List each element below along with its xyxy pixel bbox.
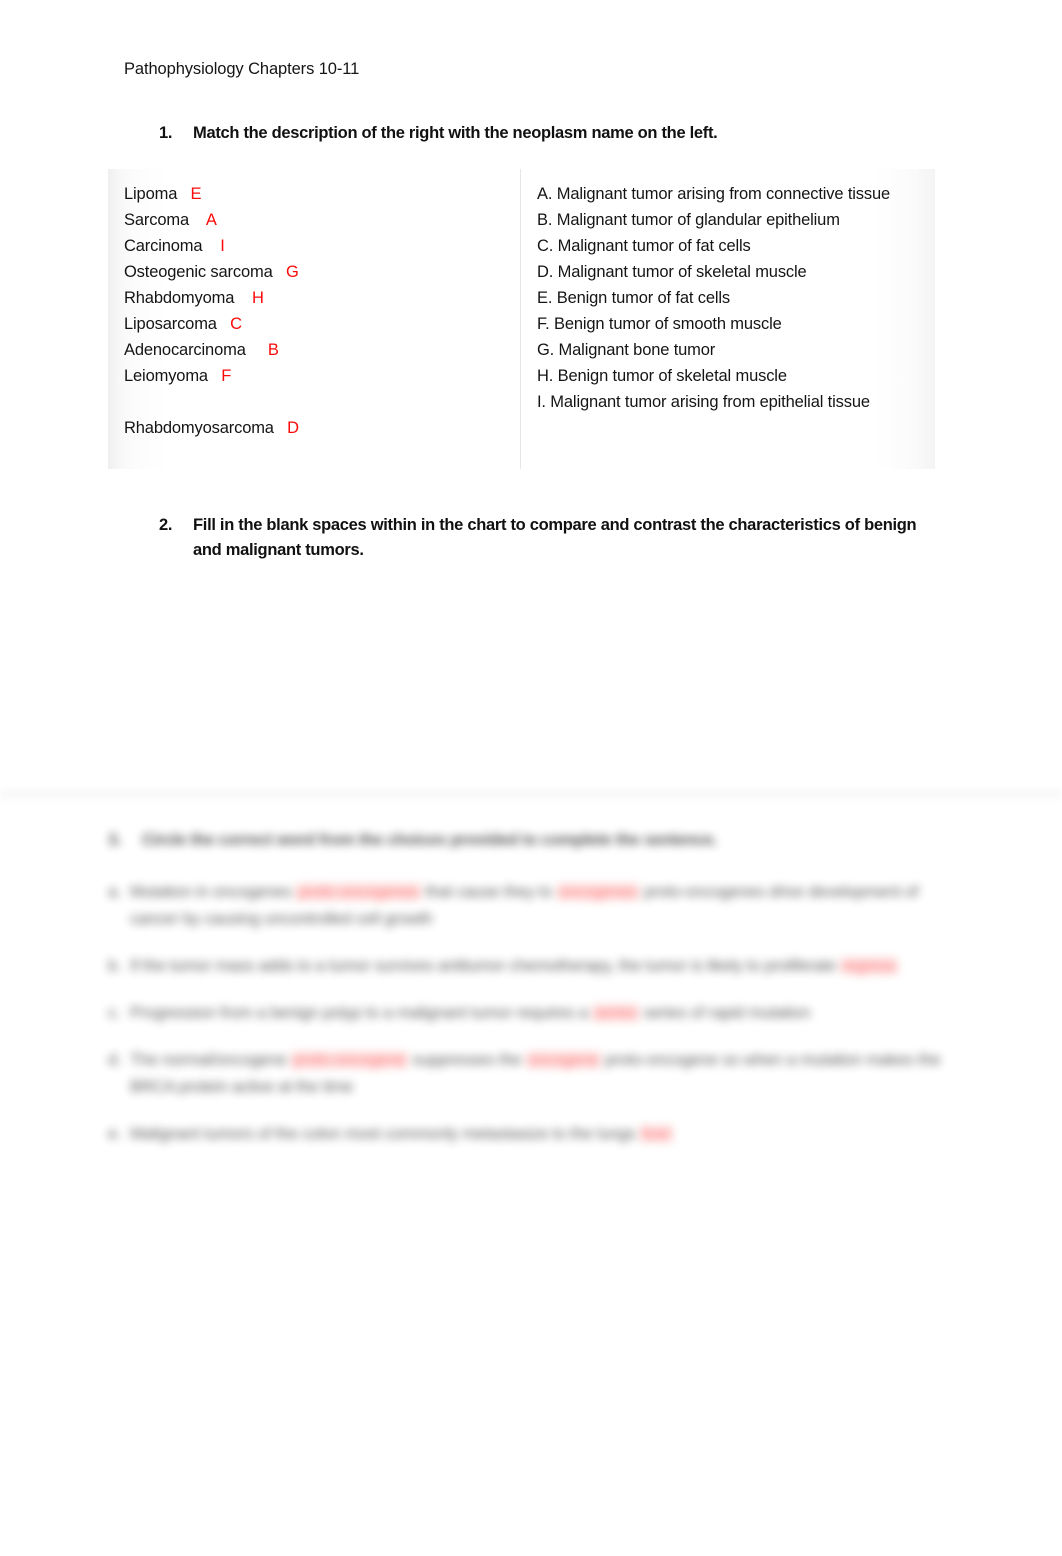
description-item: H. Benign tumor of skeletal muscle bbox=[537, 367, 787, 385]
table-row: Carcinoma I bbox=[124, 233, 506, 259]
table-row: Osteogenic sarcoma G bbox=[124, 259, 506, 285]
table-row: Lipoma E bbox=[124, 181, 506, 207]
paragraph-highlight: series bbox=[592, 1004, 640, 1022]
paragraph-text: Mutation in oncogenes bbox=[130, 883, 292, 901]
neoplasm-name: Rhabdomyosarcoma bbox=[124, 419, 274, 437]
table-row: Leiomyoma F bbox=[124, 363, 506, 389]
question-3: 3. Circle the correct word from the choi… bbox=[108, 828, 948, 853]
paragraph-label: c. bbox=[108, 1004, 121, 1022]
neoplasm-answer: E bbox=[190, 185, 202, 203]
table-row-spacer bbox=[124, 389, 506, 415]
question-1: 1. Match the description of the right wi… bbox=[159, 121, 949, 146]
question-2-number: 2. bbox=[159, 516, 173, 534]
obscured-section: 3. Circle the correct word from the choi… bbox=[108, 828, 948, 1168]
description-item: F. Benign tumor of smooth muscle bbox=[537, 315, 782, 333]
neoplasm-answer: G bbox=[285, 263, 299, 281]
neoplasm-name: Carcinoma bbox=[124, 237, 203, 255]
paragraph-highlight: proto-oncogenes bbox=[296, 883, 422, 901]
description-item: C. Malignant tumor of fat cells bbox=[537, 237, 751, 255]
paragraph-text: Malignant tumors of the colon most commo… bbox=[130, 1125, 636, 1143]
paragraph-label: b. bbox=[108, 957, 122, 975]
description-item: A. Malignant tumor arising from connecti… bbox=[537, 185, 891, 203]
description-item: B. Malignant tumor of glandular epitheli… bbox=[537, 211, 840, 229]
neoplasm-answer: A bbox=[205, 211, 217, 229]
neoplasm-answer: D bbox=[287, 419, 299, 437]
table-row: Rhabdomyoma H bbox=[124, 285, 506, 311]
neoplasm-name: Adenocarcinoma bbox=[124, 341, 246, 359]
paragraph-label: d. bbox=[108, 1051, 122, 1069]
obscured-region-divider bbox=[0, 790, 1062, 804]
obscured-paragraph-d: d. The normal/oncogene proto-oncogene su… bbox=[108, 1047, 948, 1101]
matching-table-neoplasm-column: Lipoma E Sarcoma A Carcinoma I Osteogeni… bbox=[108, 169, 520, 469]
neoplasm-answer: I bbox=[220, 237, 225, 255]
question-2: 2. Fill in the blank spaces within in th… bbox=[159, 513, 949, 563]
paragraph-body: Progression from a benign polyp to a mal… bbox=[130, 1000, 948, 1027]
neoplasm-answer: F bbox=[221, 367, 232, 385]
paragraph-text: The normal/oncogene bbox=[130, 1051, 287, 1069]
paragraph-text: suppresses the bbox=[412, 1051, 522, 1069]
neoplasm-name: Osteogenic sarcoma bbox=[124, 263, 273, 281]
neoplasm-name: Rhabdomyoma bbox=[124, 289, 235, 307]
paragraph-label: a. bbox=[108, 883, 122, 901]
matching-table-description-column: A. Malignant tumor arising from connecti… bbox=[520, 169, 935, 469]
description-item: D. Malignant tumor of skeletal muscle bbox=[537, 263, 807, 281]
paragraph-body: Malignant tumors of the colon most commo… bbox=[130, 1121, 948, 1148]
obscured-paragraph-a: a. Mutation in oncogenes proto-oncogenes… bbox=[108, 879, 948, 933]
obscured-paragraph-b: b. If the tumor mass adds to a tumor sur… bbox=[108, 953, 948, 980]
question-1-text: Match the description of the right with … bbox=[193, 124, 718, 142]
paragraph-highlight: oncogene bbox=[525, 1051, 601, 1069]
table-row: Liposarcoma C bbox=[124, 311, 506, 337]
paragraph-highlight: regress bbox=[840, 957, 898, 975]
paragraph-body: If the tumor mass adds to a tumor surviv… bbox=[130, 953, 948, 980]
neoplasm-name: Sarcoma bbox=[124, 211, 189, 229]
paragraph-highlight: proto-oncogene bbox=[291, 1051, 408, 1069]
neoplasm-answer: B bbox=[267, 341, 279, 359]
question-2-text: Fill in the blank spaces within in the c… bbox=[193, 516, 917, 559]
paragraph-text: proliferate bbox=[764, 957, 836, 975]
description-item: I. Malignant tumor arising from epitheli… bbox=[537, 393, 870, 411]
neoplasm-answer: C bbox=[230, 315, 242, 333]
neoplasm-name: Leiomyoma bbox=[124, 367, 208, 385]
paragraph-text: Progression from a benign polyp to a mal… bbox=[130, 1004, 588, 1022]
question-3-number: 3. bbox=[108, 831, 122, 849]
question-3-text: Circle the correct word from the choices… bbox=[142, 831, 718, 849]
table-row: Adenocarcinoma B bbox=[124, 337, 506, 363]
neoplasm-name: Lipoma bbox=[124, 185, 178, 203]
description-item: G. Malignant bone tumor bbox=[537, 341, 716, 359]
neoplasm-answer: H bbox=[252, 289, 264, 307]
paragraph-text: that cause they to bbox=[425, 883, 553, 901]
document-header: Pathophysiology Chapters 10-11 bbox=[124, 60, 360, 78]
paragraph-body: The normal/oncogene proto-oncogene suppr… bbox=[130, 1047, 948, 1101]
paragraph-label: e. bbox=[108, 1125, 122, 1143]
document-page: Pathophysiology Chapters 10-11 1. Match … bbox=[0, 0, 1062, 1556]
paragraph-body: Mutation in oncogenes proto-oncogenes th… bbox=[130, 879, 948, 933]
paragraph-highlight: oncogenes bbox=[556, 883, 640, 901]
table-row: Sarcoma A bbox=[124, 207, 506, 233]
neoplasm-name: Liposarcoma bbox=[124, 315, 217, 333]
obscured-paragraph-c: c. Progression from a benign polyp to a … bbox=[108, 1000, 948, 1027]
matching-table: Lipoma E Sarcoma A Carcinoma I Osteogeni… bbox=[108, 169, 935, 469]
table-row: Rhabdomyosarcoma D bbox=[124, 415, 506, 441]
question-1-number: 1. bbox=[159, 124, 173, 142]
paragraph-highlight: liver bbox=[639, 1125, 674, 1143]
paragraph-text: If the tumor mass adds to a tumor surviv… bbox=[130, 957, 761, 975]
description-item: E. Benign tumor of fat cells bbox=[537, 289, 730, 307]
obscured-paragraph-e: e. Malignant tumors of the colon most co… bbox=[108, 1121, 948, 1148]
paragraph-text: series of rapid mutation bbox=[643, 1004, 811, 1022]
